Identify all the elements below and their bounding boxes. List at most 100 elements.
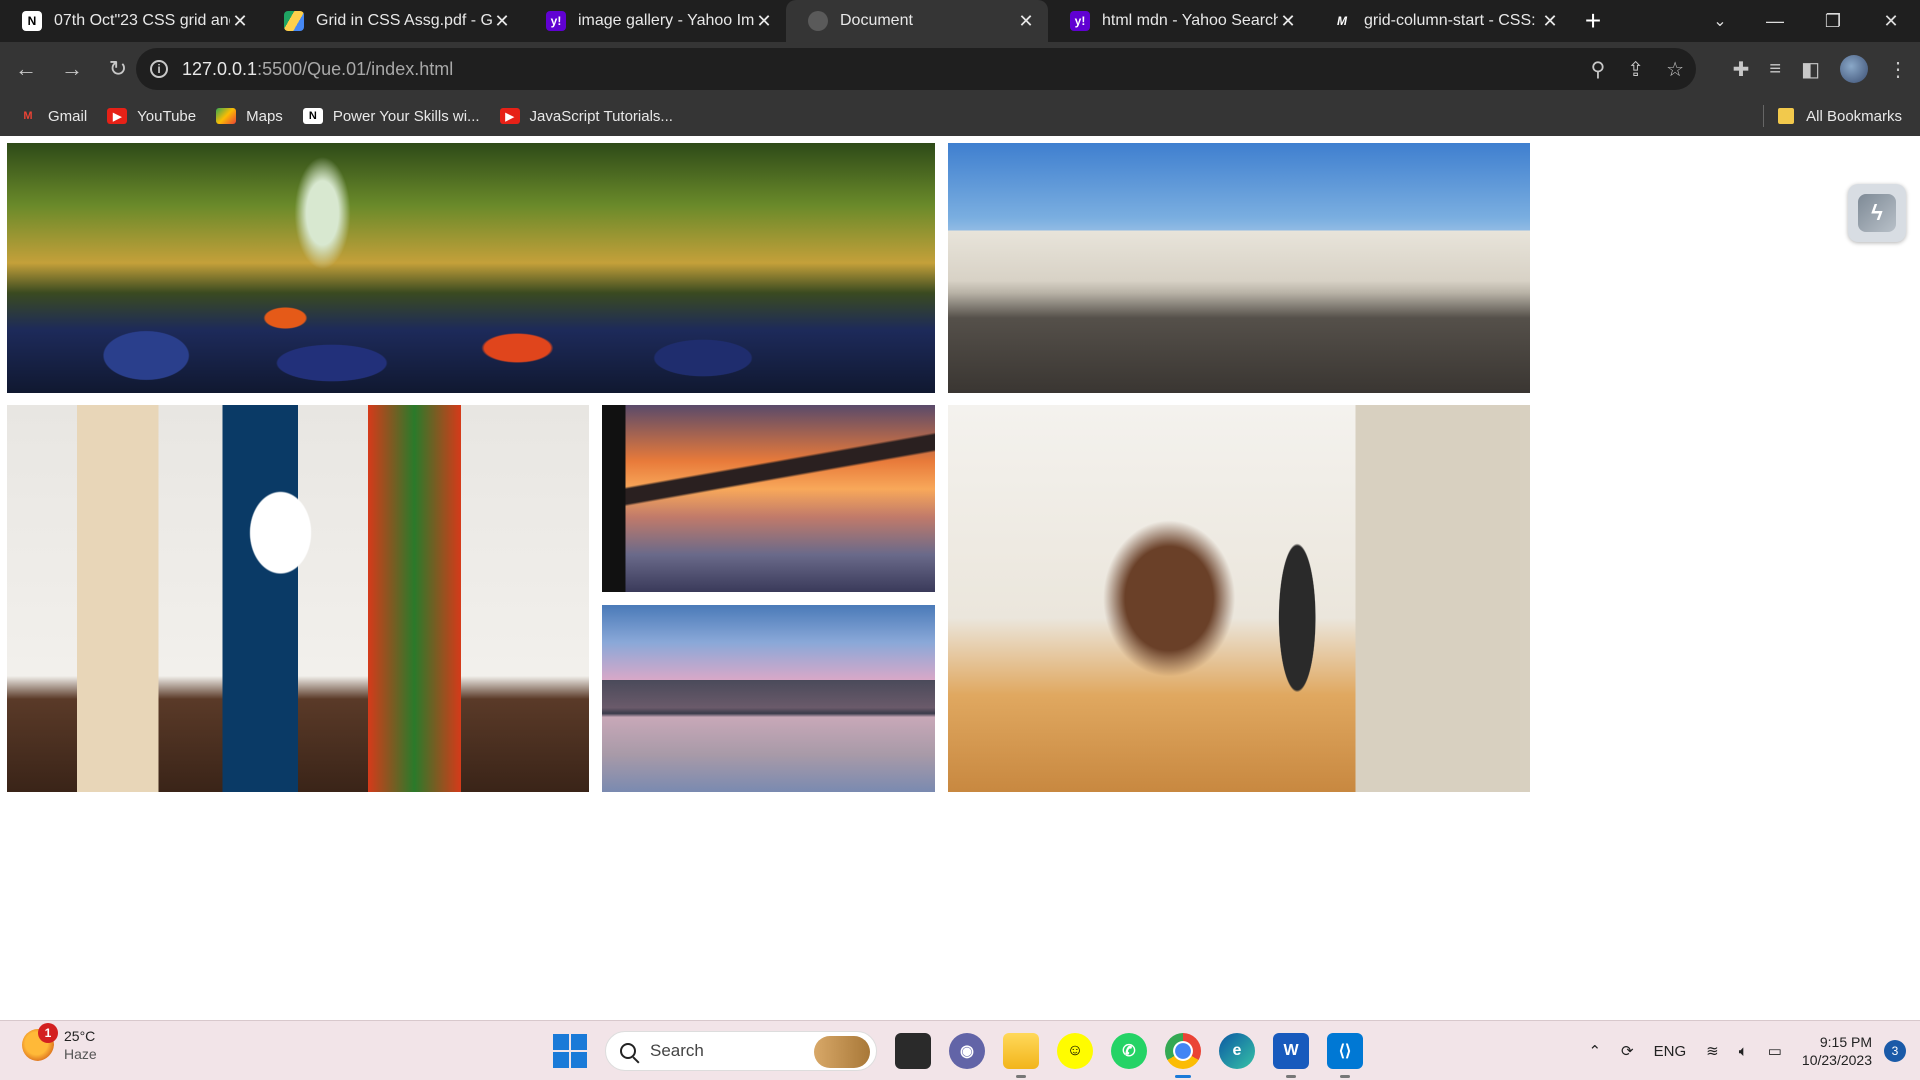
url-host: 127.0.0.1 [182,58,258,79]
page-viewport [0,136,1920,1020]
folder-icon [1778,108,1795,124]
globe-icon [808,11,828,31]
clock-time: 9:15 PM [1819,1034,1872,1050]
river-autumn-image [7,143,935,393]
clock[interactable]: 9:15 PM 10/23/2023 [1802,1033,1872,1069]
weather-widget[interactable]: 1 25°C Haze [22,1023,97,1063]
bookmark-label: Gmail [48,107,88,125]
bookmark-javascript-tutorials[interactable]: ▶ JavaScript Tutorials... [499,107,673,125]
chevron-up-icon[interactable]: ⌃ [1588,1042,1601,1060]
bookmark-maps[interactable]: Maps [216,108,283,125]
lightning-icon: ϟ [1858,194,1896,232]
close-icon[interactable]: ✕ [492,11,512,32]
horse-sculpture-image [948,405,1530,792]
reload-button[interactable]: ↻ [98,49,138,89]
mdn-icon: M [1337,14,1347,28]
close-icon[interactable]: ✕ [1278,11,1298,32]
close-icon[interactable]: ✕ [1016,11,1036,32]
battery-icon[interactable]: ▭ [1768,1042,1782,1060]
vscode-icon[interactable]: ⟨⟩ [1327,1033,1363,1078]
clock-date: 10/23/2023 [1801,1052,1872,1068]
tab-4[interactable]: y! html mdn - Yahoo Search R ✕ [1048,0,1310,42]
address-bar[interactable]: i 127.0.0.1:5500/Que.01/index.html ⚲ ⇪ ☆ [136,48,1696,90]
word-icon[interactable]: W [1273,1033,1309,1078]
youtube-icon: ▶ [107,108,128,124]
forward-button[interactable]: → [52,49,92,89]
share-icon[interactable]: ⇪ [1627,57,1644,82]
windows-start-icon[interactable] [553,1034,587,1068]
snapchat-icon[interactable]: ☺ [1057,1033,1093,1069]
task-view-icon[interactable] [895,1033,931,1069]
tab-3[interactable]: Document ✕ [786,0,1048,42]
chrome-icon[interactable] [1165,1033,1201,1078]
edge-icon[interactable]: e [1219,1033,1255,1069]
notion-icon: N [302,108,323,124]
reading-list-icon[interactable]: ≡ [1769,58,1781,81]
youtube-icon: ▶ [499,108,520,124]
weather-badge: 1 [38,1023,58,1043]
site-info-icon[interactable]: i [150,60,168,78]
bookmark-label: JavaScript Tutorials... [529,107,673,125]
search-icon [620,1043,636,1059]
bookmark-youtube[interactable]: ▶ YouTube [107,108,196,125]
tab-title: 07th Oct"23 CSS grid and f [54,12,230,29]
all-bookmarks[interactable]: All Bookmarks [1763,96,1902,136]
weather-temp: 25°C [64,1028,96,1044]
extensions-icon[interactable]: ✚ [1733,57,1750,82]
minimize-button[interactable]: — [1746,0,1804,42]
bookmark-gmail[interactable]: M Gmail [18,108,87,125]
close-window-button[interactable]: ✕ [1862,0,1920,42]
toolbar-actions: ✚ ≡ ◧ ⋮ [1733,42,1908,96]
url-path: :5500/Que.01/index.html [257,58,454,79]
notion-icon: N [22,11,42,31]
tab-2[interactable]: y! image gallery - Yahoo Imag ✕ [524,0,786,42]
tab-title: grid-column-start - CSS: C [1364,12,1540,29]
wifi-icon[interactable]: ≋ [1706,1042,1719,1060]
tab-1[interactable]: Grid in CSS Assg.pdf - Goo ✕ [262,0,524,42]
floating-extension-button[interactable]: ϟ [1848,184,1906,242]
art-room-image [7,405,589,792]
file-explorer-icon[interactable] [1003,1033,1039,1078]
more-menu-icon[interactable]: ⋮ [1888,57,1908,82]
tab-0[interactable]: N 07th Oct"23 CSS grid and f ✕ [0,0,262,42]
all-bookmarks-label: All Bookmarks [1806,107,1902,125]
maps-icon [216,108,237,124]
bookmark-star-icon[interactable]: ☆ [1666,57,1684,82]
weather-text: 25°C Haze [64,1027,97,1063]
weather-condition: Haze [64,1046,97,1062]
yahoo-icon: y! [1070,11,1090,31]
divider [1763,105,1765,127]
whatsapp-icon[interactable]: ✆ [1111,1033,1147,1069]
bookmark-label: Power Your Skills wi... [332,107,480,125]
browser-toolbar: ← → ↻ i 127.0.0.1:5500/Que.01/index.html… [0,42,1920,96]
tab-title: html mdn - Yahoo Search R [1102,12,1278,29]
tab-search-chevron-icon[interactable]: ⌄ [1700,0,1740,42]
language-indicator[interactable]: ENG [1654,1043,1687,1060]
new-tab-button[interactable]: + [1572,0,1614,42]
weather-sun-icon: 1 [22,1023,58,1061]
back-button[interactable]: ← [6,49,46,89]
profile-avatar[interactable] [1840,55,1868,83]
notification-badge[interactable]: 3 [1884,1040,1906,1062]
city-skyline-image [602,605,935,792]
google-drive-icon [284,11,304,31]
gallery-building-image [948,143,1530,393]
close-icon[interactable]: ✕ [1540,11,1560,32]
taskbar-search[interactable]: Search [605,1031,877,1071]
bookmark-power-skills[interactable]: N Power Your Skills wi... [302,107,480,125]
restore-button[interactable]: ❐ [1804,0,1862,42]
teams-chat-icon[interactable]: ◉ [949,1033,985,1069]
tab-5[interactable]: M grid-column-start - CSS: C ✕ [1310,0,1572,42]
gmail-icon: M [23,110,33,122]
search-highlight-image [814,1036,870,1068]
sync-icon[interactable]: ⟳ [1621,1042,1634,1060]
bookmarks-bar: M Gmail ▶ YouTube Maps N Power Your Skil… [0,96,1920,136]
address-bar-actions: ⚲ ⇪ ☆ [1591,48,1684,90]
close-icon[interactable]: ✕ [754,11,774,32]
close-icon[interactable]: ✕ [230,11,250,32]
tab-strip: N 07th Oct"23 CSS grid and f ✕ Grid in C… [0,0,1920,42]
zoom-icon[interactable]: ⚲ [1591,57,1606,82]
side-panel-icon[interactable]: ◧ [1801,57,1820,82]
volume-icon[interactable]: 🔈︎ [1739,1043,1748,1060]
tab-title: Document [840,12,913,29]
